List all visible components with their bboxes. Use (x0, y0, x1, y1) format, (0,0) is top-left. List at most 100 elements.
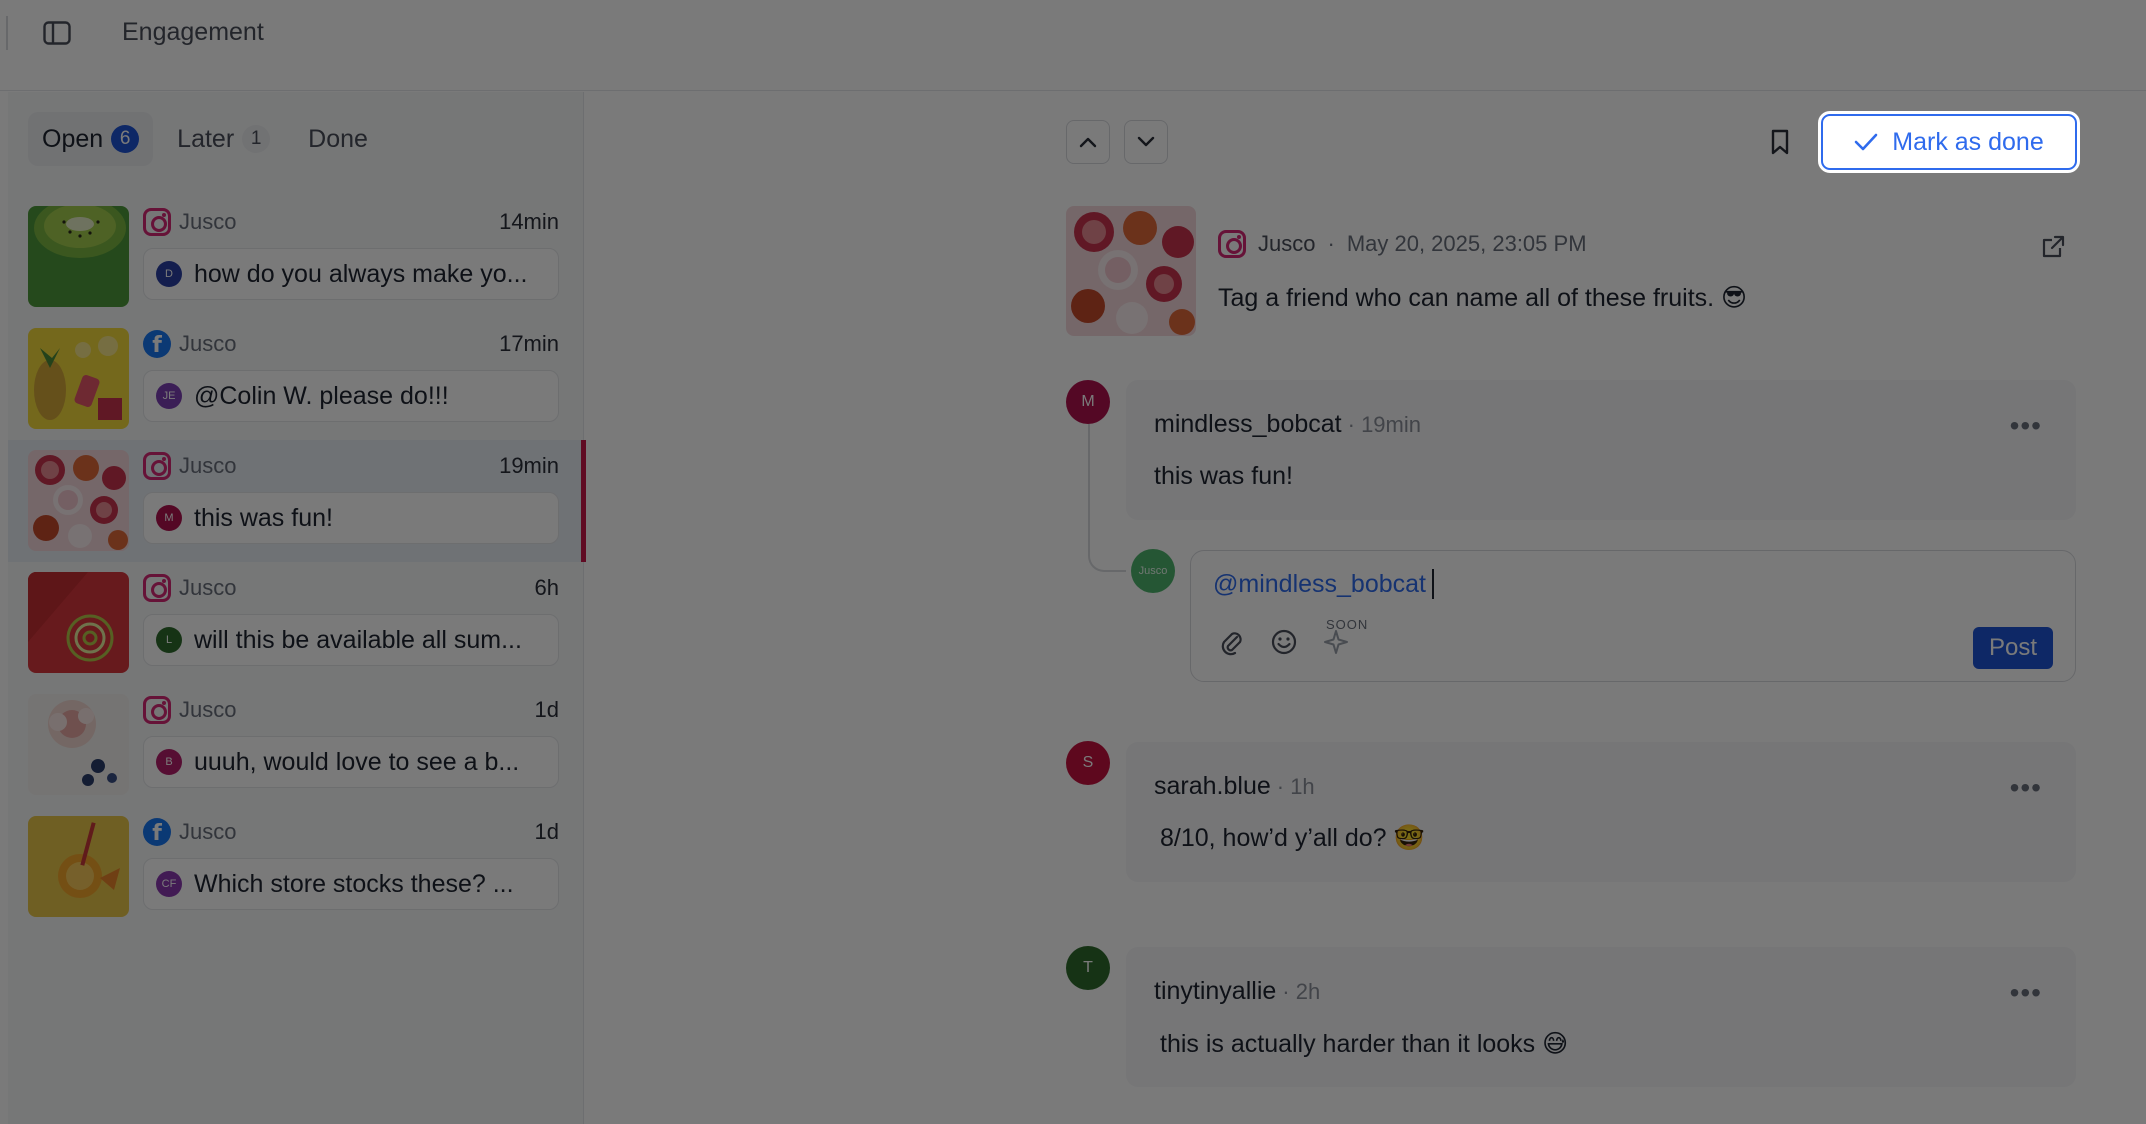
comment-time: · 19min (1347, 412, 1421, 437)
comment-time: · 1h (1276, 774, 1315, 799)
preview-text: Which store stocks these? ... (194, 869, 514, 898)
comment-author: sarah.blue · 1h (1154, 772, 1315, 801)
timestamp: 6h (534, 575, 559, 600)
checkmark-icon (1854, 133, 1878, 151)
author-name: sarah.blue (1154, 772, 1271, 800)
tab-label: Done (308, 124, 368, 153)
post-image (1066, 206, 1196, 336)
instagram-icon (143, 208, 171, 236)
post-thumbnail (28, 328, 129, 429)
author-name: mindless_bobcat (1154, 410, 1342, 438)
account-name: Jusco (179, 453, 237, 478)
sidebar-toggle-icon[interactable] (40, 18, 74, 48)
facebook-icon: f (143, 818, 171, 846)
preview-text: will this be available all sum... (194, 625, 522, 654)
conversation-item[interactable]: Jusco 19min M this was fun! (8, 440, 586, 562)
mark-as-done-label: Mark as done (1892, 127, 2044, 156)
conversation-list: Jusco 14min D how do you always make yo.… (8, 196, 586, 928)
reply-composer[interactable]: @mindless_bobcat SOON Post (1190, 550, 2076, 682)
more-options-icon[interactable]: ••• (2010, 977, 2042, 1009)
next-button[interactable] (1124, 120, 1168, 164)
avatar: M (1066, 380, 1110, 424)
instagram-icon (143, 696, 171, 724)
post-thumbnail (28, 450, 129, 551)
post-button[interactable]: Post (1973, 627, 2053, 669)
more-options-icon[interactable]: ••• (2010, 772, 2042, 804)
comment-preview: B uuuh, would love to see a b... (143, 736, 559, 788)
more-options-icon[interactable]: ••• (2010, 410, 2042, 442)
avatar: M (156, 505, 182, 531)
avatar: S (1066, 741, 1110, 785)
timestamp: 1d (534, 819, 559, 844)
instagram-icon (143, 574, 171, 602)
previous-button[interactable] (1066, 120, 1110, 164)
comment-preview: D how do you always make yo... (143, 248, 559, 300)
emoji-icon[interactable] (1269, 627, 1299, 657)
avatar: B (156, 749, 182, 775)
comment-preview: L will this be available all sum... (143, 614, 559, 666)
facebook-icon: f (143, 330, 171, 358)
top-bar: Engagement (0, 0, 2146, 91)
comment-card: mindless_bobcat · 19min this was fun! ••• (1126, 380, 2076, 520)
divider (6, 16, 8, 50)
reply-mention: @mindless_bobcat (1213, 569, 1426, 598)
bookmark-icon[interactable] (1764, 126, 1796, 158)
preview-text: uuuh, would love to see a b... (194, 747, 520, 776)
instagram-icon (1218, 230, 1246, 258)
avatar: Jusco (1131, 549, 1175, 593)
post-thumbnail (28, 572, 129, 673)
comment-card: tinytinyallie · 2h this is actually harde… (1126, 947, 2076, 1087)
post-caption: Tag a friend who can name all of these f… (1218, 284, 1748, 312)
post-date: May 20, 2025, 23:05 PM (1346, 231, 1587, 256)
instagram-icon (143, 452, 171, 480)
conversation-item[interactable]: Jusco 14min D how do you always make yo.… (8, 196, 584, 318)
post-thumbnail (28, 816, 129, 917)
comment-card: sarah.blue · 1h 8/10, how’d y’all do? 🤓 •… (1126, 742, 2076, 882)
conversation-item[interactable]: f Jusco 1d CF Which store stocks these? … (8, 806, 584, 928)
conversation-sidebar: Open 6 Later 1 Done Jusco 14min D how do… (8, 92, 586, 1124)
thread-connector (1088, 424, 1126, 572)
post-meta: Jusco · May 20, 2025, 23:05 PM (1218, 230, 1587, 258)
tab-open[interactable]: Open 6 (28, 112, 154, 166)
comment-preview: CF Which store stocks these? ... (143, 858, 559, 910)
comment-author: tinytinyallie · 2h (1154, 977, 1320, 1006)
conversation-item[interactable]: Jusco 1d B uuuh, would love to see a b..… (8, 684, 584, 806)
preview-text: how do you always make yo... (194, 259, 528, 288)
text-caret (1432, 569, 1434, 599)
timestamp: 17min (499, 331, 559, 356)
comment-preview: M this was fun! (143, 492, 559, 544)
tab-count-badge: 6 (111, 125, 140, 153)
tab-count-badge: 1 (242, 125, 271, 153)
reply-input[interactable]: @mindless_bobcat (1213, 569, 1434, 599)
conversation-item[interactable]: f Jusco 17min JE @Colin W. please do!!! (8, 318, 584, 440)
account-name: Jusco (179, 575, 237, 600)
mark-as-done-button[interactable]: Mark as done (1818, 111, 2080, 173)
account-name: Jusco (179, 209, 237, 234)
avatar: JE (156, 383, 182, 409)
timestamp: 19min (499, 453, 559, 478)
chevron-down-icon (1137, 136, 1155, 147)
meta-separator: · (1327, 231, 1335, 256)
comment-text: this was fun! (1154, 462, 1293, 490)
status-tabs: Open 6 Later 1 Done (28, 112, 382, 166)
external-link-icon[interactable] (2038, 232, 2068, 262)
account-name: Jusco (179, 819, 237, 844)
account-name: Jusco (1258, 231, 1316, 256)
conversation-item[interactable]: Jusco 6h L will this be available all su… (8, 562, 584, 684)
timestamp: 1d (534, 697, 559, 722)
preview-text: this was fun! (194, 503, 333, 532)
tab-label: Later (177, 124, 235, 153)
avatar: T (1066, 946, 1110, 990)
chevron-up-icon (1079, 137, 1097, 148)
tab-done[interactable]: Done (294, 112, 382, 166)
preview-text: @Colin W. please do!!! (194, 381, 449, 410)
comment-author: mindless_bobcat · 19min (1154, 410, 1421, 439)
account-name: Jusco (179, 697, 237, 722)
attachment-icon[interactable] (1217, 627, 1247, 657)
tab-later[interactable]: Later 1 (163, 112, 284, 166)
account-name: Jusco (179, 331, 237, 356)
comment-time: · 2h (1282, 979, 1321, 1004)
avatar: L (156, 627, 182, 653)
avatar: D (156, 261, 182, 287)
post-thumbnail (28, 206, 129, 307)
